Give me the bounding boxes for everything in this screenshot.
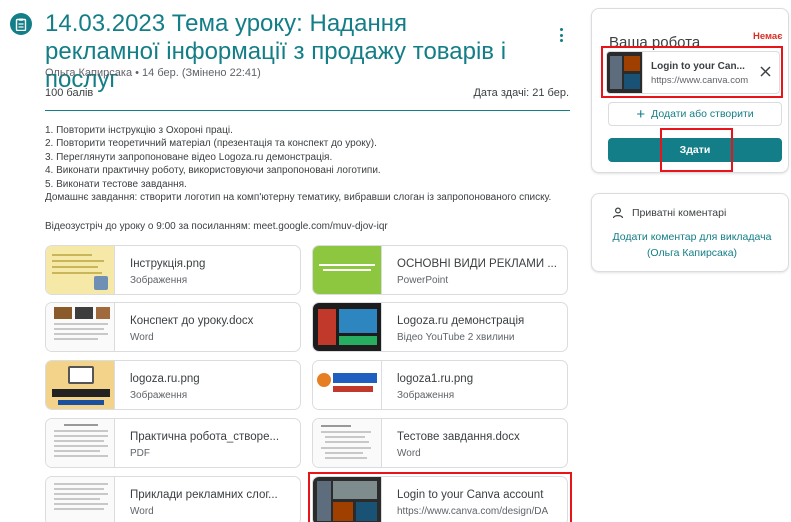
attachment-name: Практична робота_створе... [130,431,280,443]
attachment-card[interactable]: Конспект до уроку.docx Word [45,302,301,352]
attachment-type: Word [397,448,421,459]
header-divider [45,110,570,111]
attachment-name: Інструкція.png [130,258,206,270]
instructions: 1. Повторити інструкцію з Охороні праці.… [45,124,570,204]
attachment-card[interactable]: Практична робота_створе... PDF [45,418,301,468]
doc-thumbnail [46,477,115,522]
attachment-card[interactable]: Тестове завдання.docx Word [312,418,568,468]
attachment-type: Зображення [397,390,455,401]
add-private-comment-link[interactable]: Додати коментар для викладача (Ольга Кап… [596,229,788,261]
instruction-line: 3. Переглянути запропоноване відео Logoz… [45,151,333,163]
attachment-card[interactable]: ОСНОВНІ ВИДИ РЕКЛАМИ ... PowerPoint [312,245,568,295]
assignment-title: 14.03.2023 Тема уроку: Надання рекламної… [45,10,507,93]
due-date: Дата здачі: 21 бер. [473,87,569,99]
pdf-thumbnail [46,419,115,467]
status-badge: Немає [753,31,783,42]
private-comments-title: Приватні коментарі [632,207,727,219]
attachment-type: PDF [130,448,150,459]
attachment-name: Logoza.ru демонстрація [397,315,525,327]
highlight-frame [601,46,783,98]
doc-thumbnail [46,303,115,351]
points-label: 100 балів [45,87,94,99]
attachment-card[interactable]: Інструкція.png Зображення [45,245,301,295]
doc-thumbnail [313,419,382,467]
attachment-type: Зображення [130,275,188,286]
add-or-create-label: Додати або створити [651,108,754,120]
attachment-card[interactable]: Приклади рекламних слог... Word [45,476,301,522]
slides-thumbnail [313,246,382,294]
attachment-type: Зображення [130,390,188,401]
person-icon [612,207,624,219]
attachment-card[interactable]: logoza1.ru.png Зображення [312,360,568,410]
plus-icon: + [636,105,646,123]
attachment-card[interactable]: logoza.ru.png Зображення [45,360,301,410]
instruction-line: 4. Виконати практичну роботу, використов… [45,165,381,177]
attachment-name: Тестове завдання.docx [397,431,520,443]
instruction-line: 1. Повторити інструкцію з Охороні праці. [45,125,233,136]
attachment-type: PowerPoint [397,275,449,286]
image-thumbnail [46,361,115,409]
assignment-meta: Ольга Капирсака • 14 бер. (Змінено 22:41… [45,67,261,79]
attachment-name: logoza1.ru.png [397,373,474,385]
attachment-name: logoza.ru.png [130,373,200,385]
attachment-type: Word [130,332,154,343]
attachment-name: Конспект до уроку.docx [130,315,254,327]
highlight-frame [308,472,572,522]
highlight-frame [660,128,733,172]
more-options-icon[interactable] [555,26,567,44]
private-comments-header: Приватні коментарі [612,207,726,219]
attachment-type: Word [130,506,154,517]
attachment-name: ОСНОВНІ ВИДИ РЕКЛАМИ ... [397,258,557,270]
video-thumbnail [313,303,382,351]
instruction-line: 5. Виконати тестове завдання. [45,178,187,190]
instruction-line: 2. Повторити теоретичний матеріал (презе… [45,138,377,150]
assignment-icon [10,13,32,35]
add-or-create-button[interactable]: + Додати або створити [608,102,782,126]
homework-line: Домашнє завдання: створити логотип на ко… [45,192,552,204]
attachment-card[interactable]: Logoza.ru демонстрація Відео YouTube 2 х… [312,302,568,352]
attachment-type: Відео YouTube 2 хвилини [397,332,515,343]
image-thumbnail [313,361,382,409]
meeting-link-text[interactable]: Відеозустріч до уроку о 9:00 за посиланн… [45,221,388,232]
attachment-name: Приклади рекламних слог... [130,489,278,501]
image-thumbnail [46,246,115,294]
